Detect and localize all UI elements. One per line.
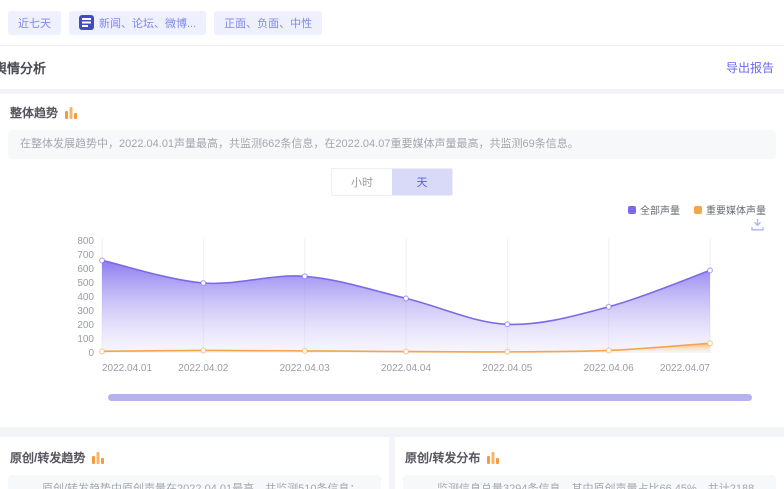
y-axis-label: 700 xyxy=(77,250,94,261)
bottom-cards-row: 原创/转发趋势 原创/转发趋势中原创声量在2022.04.01最高，共监测510… xyxy=(0,437,784,489)
download-image-icon[interactable] xyxy=(751,219,764,231)
granularity-toggle: 小时 天 xyxy=(331,168,453,196)
data-point[interactable] xyxy=(606,348,611,353)
section-header: 舆情分析 导出报告 xyxy=(0,46,784,89)
y-axis-label: 100 xyxy=(77,334,94,345)
granularity-toggle-row: 小时 天 xyxy=(8,168,776,196)
source-filter-chip[interactable]: 新闻、论坛、微博... xyxy=(69,11,206,35)
overall-trend-summary: 在整体发展趋势中，2022.04.01声量最高，共监测662条信息，在2022.… xyxy=(8,130,776,159)
legend-label-media: 重要媒体声量 xyxy=(706,202,766,217)
repost-distribution-title: 原创/转发分布 xyxy=(405,449,480,466)
data-point[interactable] xyxy=(404,296,409,301)
x-axis-label: 2022.04.03 xyxy=(280,363,330,374)
date-range-label: 近七天 xyxy=(18,15,51,31)
trend-chart-svg[interactable]: 2022.04.01 2022.04.02 2022.04.03 2022.04.04… xyxy=(74,231,774,379)
bar-chart-icon xyxy=(486,451,500,464)
chart-range-slider[interactable] xyxy=(108,394,752,401)
date-range-chip[interactable]: 近七天 xyxy=(8,11,61,35)
y-axis-label: 500 xyxy=(77,278,94,289)
y-axis-label: 800 xyxy=(77,236,94,247)
source-icon xyxy=(79,15,94,30)
overall-trend-title-row: 整体趋势 xyxy=(8,104,776,121)
y-axis-label: 200 xyxy=(77,320,94,331)
x-axis-label: 2022.04.06 xyxy=(584,363,634,374)
sentiment-filter-chip[interactable]: 正面、负面、中性 xyxy=(214,11,322,35)
data-point[interactable] xyxy=(201,348,206,353)
page-title: 舆情分析 xyxy=(0,58,46,77)
repost-distribution-card: 原创/转发分布 监测信息总量3294条信息，其中原创声量占比66.45%，共计2… xyxy=(395,437,784,489)
y-axis-label: 300 xyxy=(77,306,94,317)
x-axis-label: 2022.04.05 xyxy=(482,363,532,374)
data-point[interactable] xyxy=(708,268,713,273)
x-axis-label: 2022.04.01 xyxy=(102,363,152,374)
toggle-hour-button[interactable]: 小时 xyxy=(332,169,392,195)
repost-trend-card: 原创/转发趋势 原创/转发趋势中原创声量在2022.04.01最高，共监测510… xyxy=(0,437,389,489)
x-axis-label: 2022.04.04 xyxy=(381,363,431,374)
data-point[interactable] xyxy=(302,274,307,279)
repost-distribution-summary: 监测信息总量3294条信息，其中原创声量占比66.45%，共计2188条信息；转… xyxy=(403,475,776,489)
legend-item-total[interactable]: 全部声量 xyxy=(628,202,680,217)
y-axis-label: 400 xyxy=(77,292,94,303)
export-report-button[interactable]: 导出报告 xyxy=(726,59,774,76)
legend-item-media[interactable]: 重要媒体声量 xyxy=(694,202,766,217)
toggle-day-button[interactable]: 天 xyxy=(392,169,452,195)
y-axis-label: 0 xyxy=(88,348,94,359)
bar-chart-icon xyxy=(64,106,78,119)
repost-distribution-title-row: 原创/转发分布 xyxy=(403,449,776,466)
data-point[interactable] xyxy=(201,281,206,286)
legend-label-total: 全部声量 xyxy=(640,202,680,217)
overall-trend-title: 整体趋势 xyxy=(10,104,58,121)
data-point[interactable] xyxy=(606,304,611,309)
data-point[interactable] xyxy=(505,322,510,327)
chart-legend: 全部声量 重要媒体声量 xyxy=(8,202,766,217)
repost-trend-summary: 原创/转发趋势中原创声量在2022.04.01最高，共监测510条信息；转发声量… xyxy=(8,475,381,489)
legend-swatch-media xyxy=(694,206,702,214)
chart-toolbox xyxy=(8,219,764,231)
data-point[interactable] xyxy=(708,341,713,346)
data-point[interactable] xyxy=(404,349,409,354)
data-point[interactable] xyxy=(302,349,307,354)
data-point[interactable] xyxy=(100,258,105,263)
x-axis-label: 2022.04.07 xyxy=(660,363,710,374)
x-axis-label: 2022.04.02 xyxy=(178,363,228,374)
filter-bar: 近七天 新闻、论坛、微博... 正面、负面、中性 xyxy=(0,0,784,46)
trend-chart: 2022.04.01 2022.04.02 2022.04.03 2022.04.04… xyxy=(74,231,776,384)
data-point[interactable] xyxy=(100,349,105,354)
dashboard-page: 近七天 新闻、论坛、微博... 正面、负面、中性 舆情分析 导出报告 整体趋势 … xyxy=(0,0,784,489)
y-axis-label: 600 xyxy=(77,264,94,275)
repost-trend-title-row: 原创/转发趋势 xyxy=(8,449,381,466)
overall-trend-card: 整体趋势 在整体发展趋势中，2022.04.01声量最高，共监测662条信息，在… xyxy=(0,94,784,427)
repost-trend-title: 原创/转发趋势 xyxy=(10,449,85,466)
chart-range-slider-track xyxy=(108,394,752,401)
sentiment-filter-label: 正面、负面、中性 xyxy=(224,15,312,31)
bar-chart-icon xyxy=(91,451,105,464)
data-point[interactable] xyxy=(505,349,510,354)
source-filter-label: 新闻、论坛、微博... xyxy=(99,15,196,31)
legend-swatch-total xyxy=(628,206,636,214)
